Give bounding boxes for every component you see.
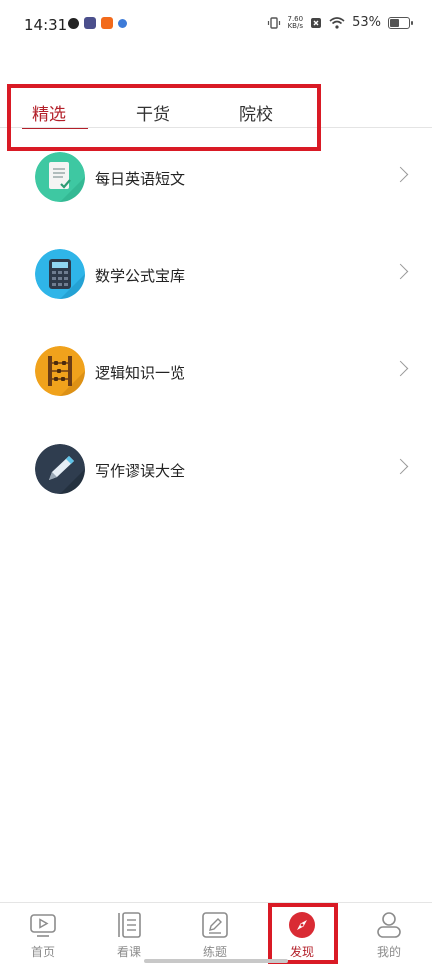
app-notification-icon: [84, 17, 96, 29]
home-indicator: [144, 959, 288, 963]
book-icon: [118, 912, 141, 938]
network-speed-unit: KB/s: [287, 21, 303, 30]
no-sim-icon: [311, 17, 322, 28]
battery-percent: 53%: [352, 15, 381, 30]
highlight-box-tabs: [7, 84, 321, 151]
nav-label: 首页: [30, 945, 55, 959]
chevron-right-icon: [392, 458, 409, 475]
nav-profile[interactable]: 我的: [346, 903, 432, 965]
chevron-right-icon: [392, 263, 409, 280]
list-item-label: 写作谬误大全: [95, 462, 186, 480]
list-item-label: 每日英语短文: [95, 170, 186, 188]
app-notification-icon: [118, 18, 127, 28]
nav-courses[interactable]: 看课: [86, 903, 172, 965]
document-icon: [35, 152, 85, 202]
list-item-english-essays[interactable]: 每日英语短文: [0, 152, 432, 212]
network-speed: 7.60 KB/s: [287, 15, 304, 30]
list-item-label: 逻辑知识一览: [95, 364, 186, 382]
user-icon: [377, 912, 401, 938]
highlight-box-discover: [268, 903, 338, 964]
list-item-math-formulas[interactable]: 数学公式宝库: [0, 249, 432, 309]
status-bar: 14:31 7.60 KB/s 53%: [0, 0, 432, 52]
wifi-icon: [329, 16, 345, 29]
abacus-icon: [35, 346, 85, 396]
notification-icons: [68, 17, 127, 29]
status-time: 14:31: [24, 16, 68, 34]
vibrate-icon: [267, 16, 280, 29]
battery-icon: [388, 16, 413, 29]
play-icon: [30, 914, 56, 937]
nav-home[interactable]: 首页: [0, 903, 86, 965]
taobao-notification-icon: [101, 17, 113, 29]
nav-label: 我的: [376, 945, 401, 959]
status-right: 7.60 KB/s 53%: [267, 15, 413, 30]
pencil-icon: [202, 912, 228, 938]
pen-icon: [35, 444, 85, 494]
nav-label: 练题: [202, 945, 227, 959]
chevron-right-icon: [392, 166, 409, 183]
bottom-navigation: 首页 看课 练题 发现 我的: [0, 902, 432, 965]
list-item-writing-fallacies[interactable]: 写作谬误大全: [0, 444, 432, 504]
nav-practice[interactable]: 练题: [172, 903, 258, 965]
list-item-logic-knowledge[interactable]: 逻辑知识一览: [0, 346, 432, 406]
app-notification-icon: [68, 17, 79, 29]
list-item-label: 数学公式宝库: [95, 267, 186, 285]
chevron-right-icon: [392, 360, 409, 377]
calculator-icon: [35, 249, 85, 299]
nav-label: 看课: [116, 945, 141, 959]
